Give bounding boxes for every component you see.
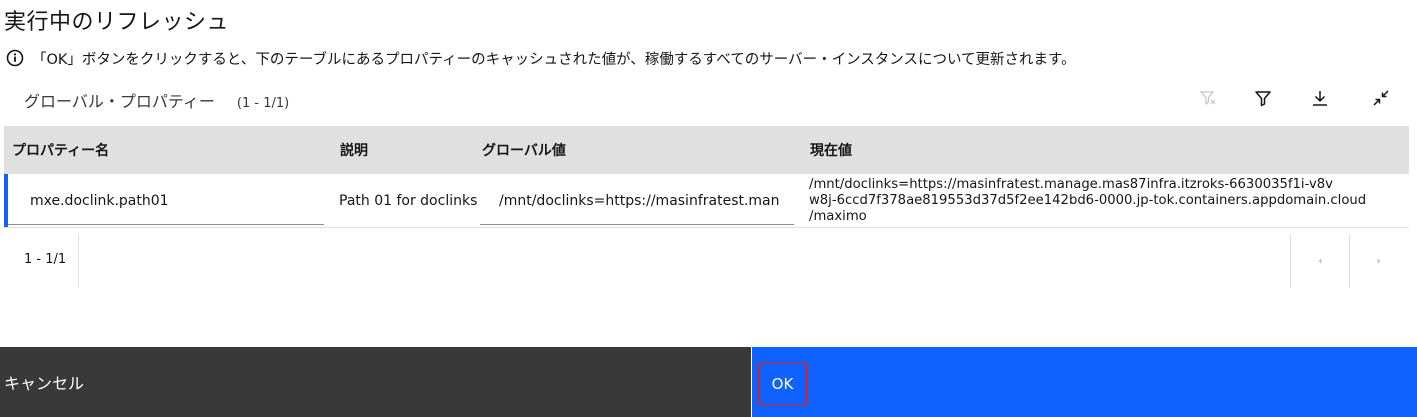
pager-range: 1 - 1/1	[24, 252, 67, 267]
table-toolbar: グローバル・プロパティー (1 - 1/1)	[24, 88, 289, 112]
table-count: (1 - 1/1)	[236, 96, 290, 111]
ok-button[interactable]: OK	[752, 347, 1417, 417]
current-value-line: /mnt/doclinks=https://masinfratest.manag…	[809, 177, 1333, 192]
filter-icon[interactable]	[1251, 86, 1275, 110]
column-header-current-value[interactable]: 現在値	[810, 126, 852, 174]
column-header-global-value[interactable]: グローバル値	[482, 126, 566, 174]
table-pager: 1 - 1/1	[4, 234, 1409, 288]
column-header-property-name[interactable]: プロパティー名	[12, 126, 109, 174]
global-value-field[interactable]: /mnt/doclinks=https://masinfratest.man	[480, 178, 794, 225]
info-text: 「OK」ボタンをクリックすると、下のテーブルにあるプロパティーのキャッシュされた…	[32, 51, 1076, 68]
description-cell: Path 01 for doclinks	[339, 193, 478, 209]
properties-table: プロパティー名 説明 グローバル値 現在値 mxe.doclink.path01…	[4, 126, 1409, 228]
table-title: グローバル・プロパティー	[24, 92, 215, 111]
table-row[interactable]: mxe.doclink.path01 Path 01 for doclinks …	[4, 174, 1409, 228]
info-message: 「OK」ボタンをクリックすると、下のテーブルにあるプロパティーのキャッシュされた…	[6, 47, 1076, 69]
property-name-field[interactable]: mxe.doclink.path01	[8, 178, 324, 225]
table-header-row: プロパティー名 説明 グローバル値 現在値	[4, 126, 1409, 174]
ok-button-label[interactable]: OK	[758, 363, 807, 405]
current-value-line: /maximo	[809, 209, 867, 224]
current-value-line: w8j-6ccd7f378ae819553d37d5f2ee142bd6-000…	[809, 193, 1367, 208]
collapse-icon[interactable]	[1369, 86, 1393, 110]
download-icon[interactable]	[1308, 86, 1332, 110]
column-header-description[interactable]: 説明	[340, 126, 368, 174]
pager-divider	[78, 234, 79, 288]
chevron-right-icon	[1377, 258, 1380, 264]
current-value-cell: /mnt/doclinks=https://masinfratest.manag…	[809, 177, 1409, 225]
clear-filter-icon[interactable]	[1196, 86, 1220, 110]
dialog-title: 実行中のリフレッシュ	[4, 10, 230, 35]
info-icon	[6, 49, 24, 67]
cancel-button[interactable]: キャンセル	[0, 347, 751, 417]
previous-page-button[interactable]	[1290, 234, 1348, 288]
next-page-button[interactable]	[1349, 234, 1407, 288]
chevron-left-icon	[1318, 258, 1321, 264]
